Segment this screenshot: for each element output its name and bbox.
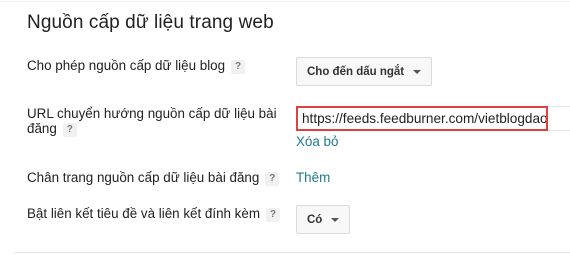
redirect-url-label-line1: URL chuyển hướng nguồn cấp dữ liệu bài — [27, 106, 277, 121]
help-icon[interactable]: ? — [265, 208, 280, 222]
add-footer-link[interactable]: Thêm — [296, 170, 330, 185]
redirect-url-input[interactable] — [296, 106, 548, 131]
allow-feed-label-text: Cho phép nguồn cấp dữ liệu blog — [27, 58, 226, 73]
help-icon[interactable]: ? — [265, 172, 280, 186]
allow-feed-dropdown[interactable]: Cho đến dấu ngắt — [296, 57, 433, 86]
url-input-extension — [548, 106, 570, 131]
top-divider — [0, 1, 570, 2]
allow-feed-label: Cho phép nguồn cấp dữ liệu blog? — [27, 58, 246, 74]
title-links-dropdown[interactable]: Có — [296, 205, 351, 234]
chevron-down-icon — [413, 69, 422, 74]
chevron-down-icon — [331, 217, 340, 222]
redirect-url-label: URL chuyển hướng nguồn cấp dữ liệu bài đ… — [27, 106, 277, 137]
title-links-label: Bật liên kết tiêu đề và liên kết đính kè… — [27, 206, 280, 222]
post-footer-label-text: Chân trang nguồn cấp dữ liệu bài đăng — [27, 170, 260, 185]
help-icon[interactable]: ? — [231, 60, 246, 74]
remove-link[interactable]: Xóa bỏ — [296, 134, 338, 149]
allow-feed-value: Cho đến dấu ngắt — [307, 65, 405, 78]
title-links-label-text: Bật liên kết tiêu đề và liên kết đính kè… — [27, 206, 260, 221]
help-icon[interactable]: ? — [62, 123, 77, 137]
title-links-value: Có — [307, 213, 323, 226]
section-title: Nguồn cấp dữ liệu trang web — [27, 12, 274, 33]
bottom-divider — [14, 252, 570, 253]
redirect-url-label-line2: đăng — [27, 121, 57, 136]
post-footer-label: Chân trang nguồn cấp dữ liệu bài đăng? — [27, 170, 280, 186]
